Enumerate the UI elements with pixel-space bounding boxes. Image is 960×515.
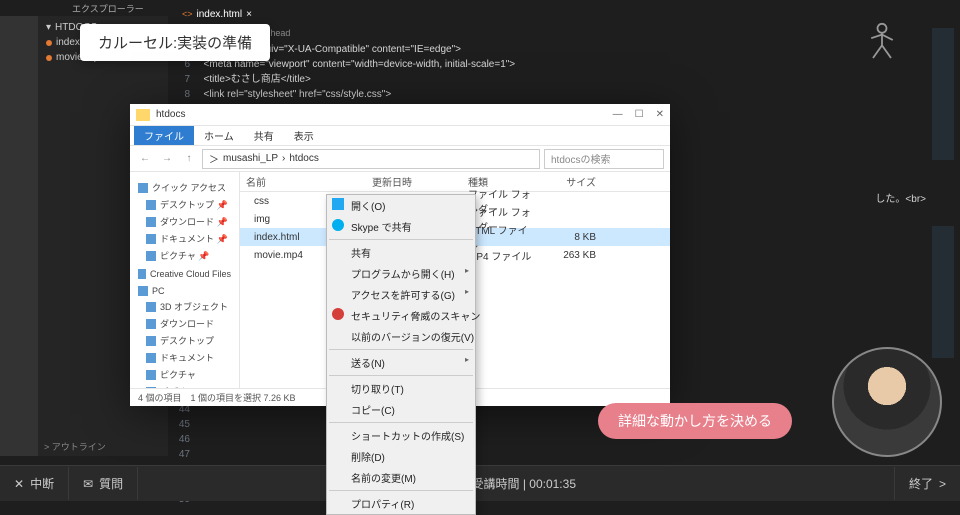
- explorer-panel-title: エクスプローラー: [72, 2, 144, 15]
- context-menu-item[interactable]: 削除(D): [327, 446, 475, 467]
- minimap[interactable]: [932, 28, 954, 358]
- minimize-button[interactable]: —: [613, 109, 623, 120]
- activity-bar[interactable]: [0, 16, 38, 456]
- close-icon[interactable]: ×: [246, 9, 252, 20]
- chevron-right-icon: >: [939, 477, 946, 491]
- col-size[interactable]: サイズ: [542, 174, 602, 189]
- html-file-icon: [46, 40, 52, 46]
- menu-file[interactable]: ファイル: [134, 126, 194, 145]
- end-button[interactable]: 終了 >: [894, 467, 960, 500]
- code-fragment: した。<br>: [875, 192, 926, 207]
- col-name[interactable]: 名前: [240, 174, 366, 189]
- nav-item[interactable]: ダウンロード 📌: [130, 213, 239, 230]
- outline-section[interactable]: > アウトライン: [44, 440, 106, 453]
- lesson-title-badge: カルーセル:実装の準備: [80, 24, 270, 61]
- nav-item[interactable]: ダウンロード: [130, 315, 239, 332]
- nav-item[interactable]: ビデオ: [130, 383, 239, 388]
- nav-pane[interactable]: クイック アクセスデスクトップ 📌ダウンロード 📌ドキュメント 📌ピクチャ 📌 C…: [130, 172, 240, 388]
- nav-item[interactable]: PC: [130, 284, 239, 298]
- explorer-menubar: ファイル ホーム 共有 表示: [130, 126, 670, 146]
- context-menu-item[interactable]: プログラムから開く(H): [327, 263, 475, 284]
- menu-home[interactable]: ホーム: [194, 126, 244, 145]
- player-bottom-bar: ✕ 中断 ✉ 質問 ◉ 受講時間 | 00:01:35 終了 >: [0, 465, 960, 501]
- nav-item[interactable]: デスクトップ 📌: [130, 196, 239, 213]
- mail-icon: ✉: [83, 477, 93, 491]
- close-button[interactable]: ✕: [656, 109, 664, 120]
- time-display: ◉ 受講時間 | 00:01:35: [138, 475, 894, 492]
- context-menu-item[interactable]: 以前のバージョンの復元(V): [327, 326, 475, 347]
- col-date[interactable]: 更新日時: [366, 174, 462, 189]
- context-menu-item[interactable]: ショートカットの作成(S): [327, 425, 475, 446]
- context-menu-item[interactable]: プロパティ(R): [327, 493, 475, 514]
- context-menu-item[interactable]: セキュリティ脅威のスキャン: [327, 305, 475, 326]
- context-menu-item[interactable]: 切り取り(T): [327, 378, 475, 399]
- context-menu-item[interactable]: コピー(C): [327, 399, 475, 420]
- files-header[interactable]: 名前 更新日時 種類 サイズ: [240, 172, 670, 192]
- caption-badge: 詳細な動かし方を決める: [598, 403, 792, 439]
- close-icon: ✕: [14, 477, 24, 491]
- nav-item[interactable]: クイック アクセス: [130, 179, 239, 196]
- nav-item[interactable]: デスクトップ: [130, 332, 239, 349]
- context-menu-item[interactable]: Skype で共有: [327, 216, 475, 237]
- forward-button[interactable]: →: [158, 150, 176, 168]
- menu-view[interactable]: 表示: [284, 126, 324, 145]
- nav-item[interactable]: 3D オブジェクト: [130, 298, 239, 315]
- explorer-titlebar[interactable]: htdocs — ☐ ✕: [130, 104, 670, 126]
- folder-icon: [136, 109, 150, 121]
- context-menu-item[interactable]: アクセスを許可する(G): [327, 284, 475, 305]
- maximize-button[interactable]: ☐: [635, 109, 644, 120]
- window-title: htdocs: [156, 109, 185, 120]
- nav-item[interactable]: ドキュメント: [130, 349, 239, 366]
- context-menu: 開く(O)Skype で共有共有プログラムから開く(H)アクセスを許可する(G)…: [326, 194, 476, 515]
- tab-label: index.html: [197, 9, 243, 20]
- html-file-icon: <>: [182, 9, 193, 19]
- nav-item[interactable]: ピクチャ 📌: [130, 247, 239, 264]
- nav-item[interactable]: Creative Cloud Files: [130, 267, 239, 281]
- address-bar[interactable]: ＞ musashi_LP › htdocs: [202, 149, 540, 169]
- mp4-file-icon: [46, 55, 52, 61]
- presenter-avatar: [832, 347, 942, 457]
- context-menu-item[interactable]: 共有: [327, 242, 475, 263]
- back-button[interactable]: ←: [136, 150, 154, 168]
- figure-icon: [864, 22, 900, 62]
- suspend-button[interactable]: ✕ 中断: [0, 467, 69, 500]
- up-button[interactable]: ↑: [180, 150, 198, 168]
- question-button[interactable]: ✉ 質問: [69, 467, 138, 500]
- nav-item[interactable]: ドキュメント 📌: [130, 230, 239, 247]
- nav-item[interactable]: ピクチャ: [130, 366, 239, 383]
- explorer-pathbar: ← → ↑ ＞ musashi_LP › htdocs htdocsの検索: [130, 146, 670, 172]
- context-menu-item[interactable]: 名前の変更(M): [327, 467, 475, 488]
- context-menu-item[interactable]: 送る(N): [327, 352, 475, 373]
- context-menu-item[interactable]: 開く(O): [327, 195, 475, 216]
- menu-share[interactable]: 共有: [244, 126, 284, 145]
- search-input[interactable]: htdocsの検索: [544, 149, 664, 169]
